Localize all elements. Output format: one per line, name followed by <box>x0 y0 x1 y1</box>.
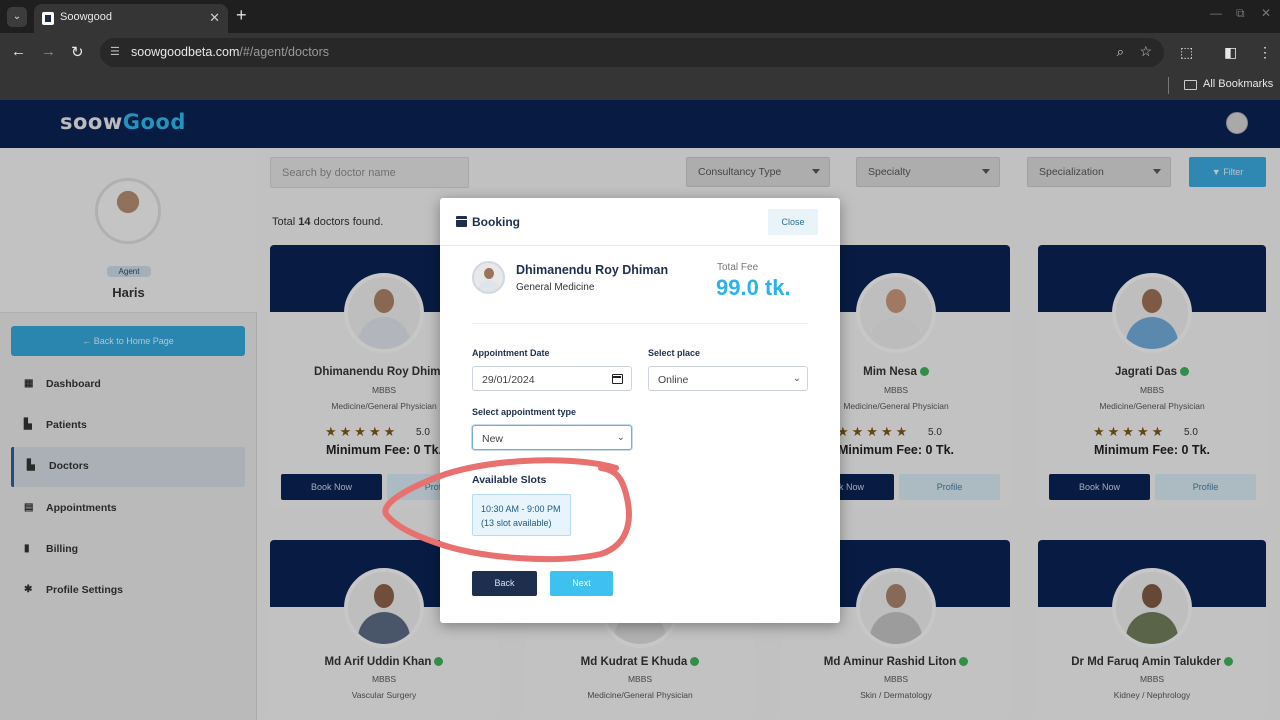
site-info-icon[interactable]: ☰ <box>110 45 120 58</box>
available-slots-title: Available Slots <box>472 474 547 486</box>
minimize-icon[interactable]: — <box>1210 6 1222 20</box>
appointment-date-label: Appointment Date <box>472 348 550 358</box>
folder-icon <box>1184 80 1197 90</box>
address-bar[interactable]: ☰ soowgoodbeta.com/#/agent/doctors ⌕ ☆ <box>100 38 1164 67</box>
browser-menu-icon[interactable]: ⋮ <box>1258 44 1272 61</box>
tab-title: Soowgood <box>60 11 112 23</box>
next-button[interactable]: Next <box>550 571 613 596</box>
browser-tab-strip: ⌄ Soowgood ✕ + — ⧉ ✕ <box>0 0 1280 33</box>
booking-doctor-specialty: General Medicine <box>516 282 595 293</box>
chevron-down-icon: ⌄ <box>616 432 625 443</box>
url-text[interactable]: soowgoodbeta.com/#/agent/doctors <box>131 45 329 59</box>
site-favicon-icon <box>42 12 54 25</box>
tab-search-icon[interactable]: ⌄ <box>7 7 27 27</box>
time-slot-option[interactable]: 10:30 AM - 9:00 PM (13 slot available) <box>472 494 571 536</box>
extensions-icon[interactable]: ⬚ <box>1180 44 1193 61</box>
modal-header: Booking Close <box>440 198 840 246</box>
browser-tab[interactable]: Soowgood ✕ <box>34 4 228 33</box>
type-value: New <box>482 433 504 445</box>
zoom-icon[interactable]: ⌕ <box>1117 44 1124 60</box>
total-fee-value: 99.0 tk. <box>716 275 791 300</box>
booking-doctor-name: Dhimanendu Roy Dhiman <box>516 263 669 277</box>
all-bookmarks-link[interactable]: All Bookmarks <box>1203 78 1273 90</box>
url-host: soowgoodbeta.com <box>131 45 240 59</box>
bookmarks-bar: All Bookmarks <box>0 72 1280 100</box>
back-arrow-icon[interactable]: ← <box>11 43 26 60</box>
calendar-icon <box>456 216 467 227</box>
appointment-date-input[interactable]: 29/01/2024 <box>472 366 632 391</box>
window-close-icon[interactable]: ✕ <box>1261 6 1271 20</box>
reload-icon[interactable]: ↻ <box>71 43 84 61</box>
forward-arrow-icon[interactable]: → <box>41 43 56 60</box>
section-divider <box>472 323 808 324</box>
appointment-type-label: Select appointment type <box>472 407 577 417</box>
date-value: 29/01/2024 <box>482 374 535 386</box>
browser-toolbar: ← → ↻ ☰ soowgoodbeta.com/#/agent/doctors… <box>0 33 1280 72</box>
select-place-label: Select place <box>648 348 701 358</box>
modal-title: Booking <box>472 215 520 229</box>
chevron-down-icon: ⌄ <box>792 373 801 384</box>
close-button[interactable]: Close <box>768 209 818 235</box>
slot-time: 10:30 AM - 9:00 PM <box>481 504 561 514</box>
calendar-picker-icon[interactable] <box>612 374 623 384</box>
total-fee-label: Total Fee <box>717 262 759 273</box>
tab-close-icon[interactable]: ✕ <box>209 10 220 26</box>
place-value: Online <box>658 374 689 386</box>
booking-modal: Booking Close Dhimanendu Roy Dhiman Gene… <box>440 198 840 623</box>
bookmark-star-icon[interactable]: ☆ <box>1139 43 1152 60</box>
side-panel-icon[interactable]: ◧ <box>1224 44 1237 61</box>
doctor-avatar <box>472 261 505 294</box>
slot-availability: (13 slot available) <box>481 518 552 528</box>
appointment-type-select[interactable]: New ⌄ <box>472 425 632 450</box>
url-path: /#/agent/doctors <box>239 45 330 59</box>
restore-icon[interactable]: ⧉ <box>1236 6 1245 21</box>
place-select[interactable]: Online ⌄ <box>648 366 808 391</box>
back-button[interactable]: Back <box>472 571 537 596</box>
bookmarks-separator <box>1168 77 1169 94</box>
new-tab-icon[interactable]: + <box>236 5 247 26</box>
